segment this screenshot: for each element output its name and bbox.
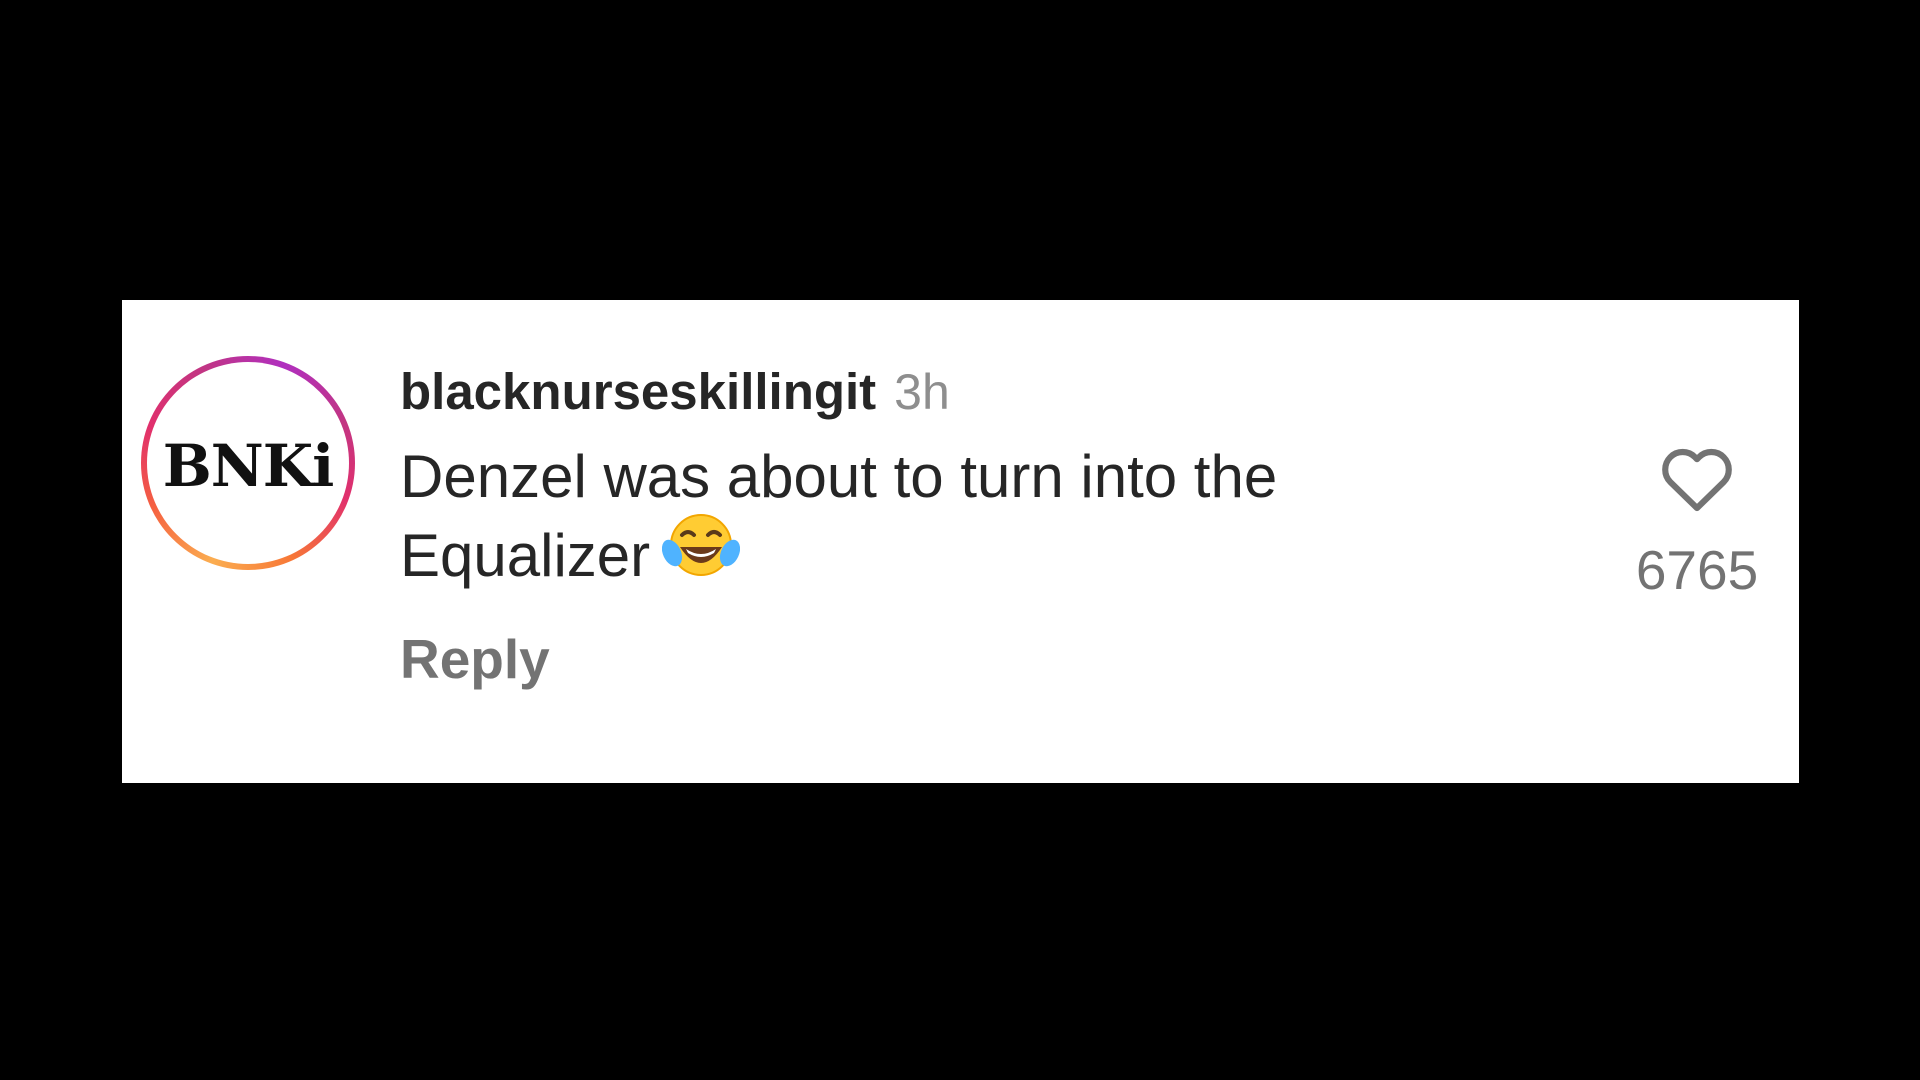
comment-body: blacknurseskillingit 3h Denzel was about… <box>400 362 1500 691</box>
like-count: 6765 <box>1635 539 1759 601</box>
avatar-logo: BNKi <box>162 432 334 500</box>
reply-button[interactable]: Reply <box>400 627 550 691</box>
comment-text: Denzel was about to turn into the Equali… <box>400 438 1440 605</box>
timestamp: 3h <box>894 364 950 420</box>
like-area: 6765 <box>1622 438 1772 602</box>
comment-card: BNKi blacknurseskillingit 3h Denzel was … <box>122 300 1799 783</box>
screen-background: BNKi blacknurseskillingit 3h Denzel was … <box>0 0 1920 1080</box>
heart-icon[interactable] <box>1656 438 1738 520</box>
username-link[interactable]: blacknurseskillingit <box>400 362 876 421</box>
avatar-image: BNKi <box>147 362 349 564</box>
laughing-tears-emoji-icon <box>662 509 741 599</box>
avatar[interactable]: BNKi <box>141 356 355 570</box>
comment-header: blacknurseskillingit 3h <box>400 362 1500 426</box>
comment-text-content: Denzel was about to turn into the Equali… <box>400 443 1278 589</box>
